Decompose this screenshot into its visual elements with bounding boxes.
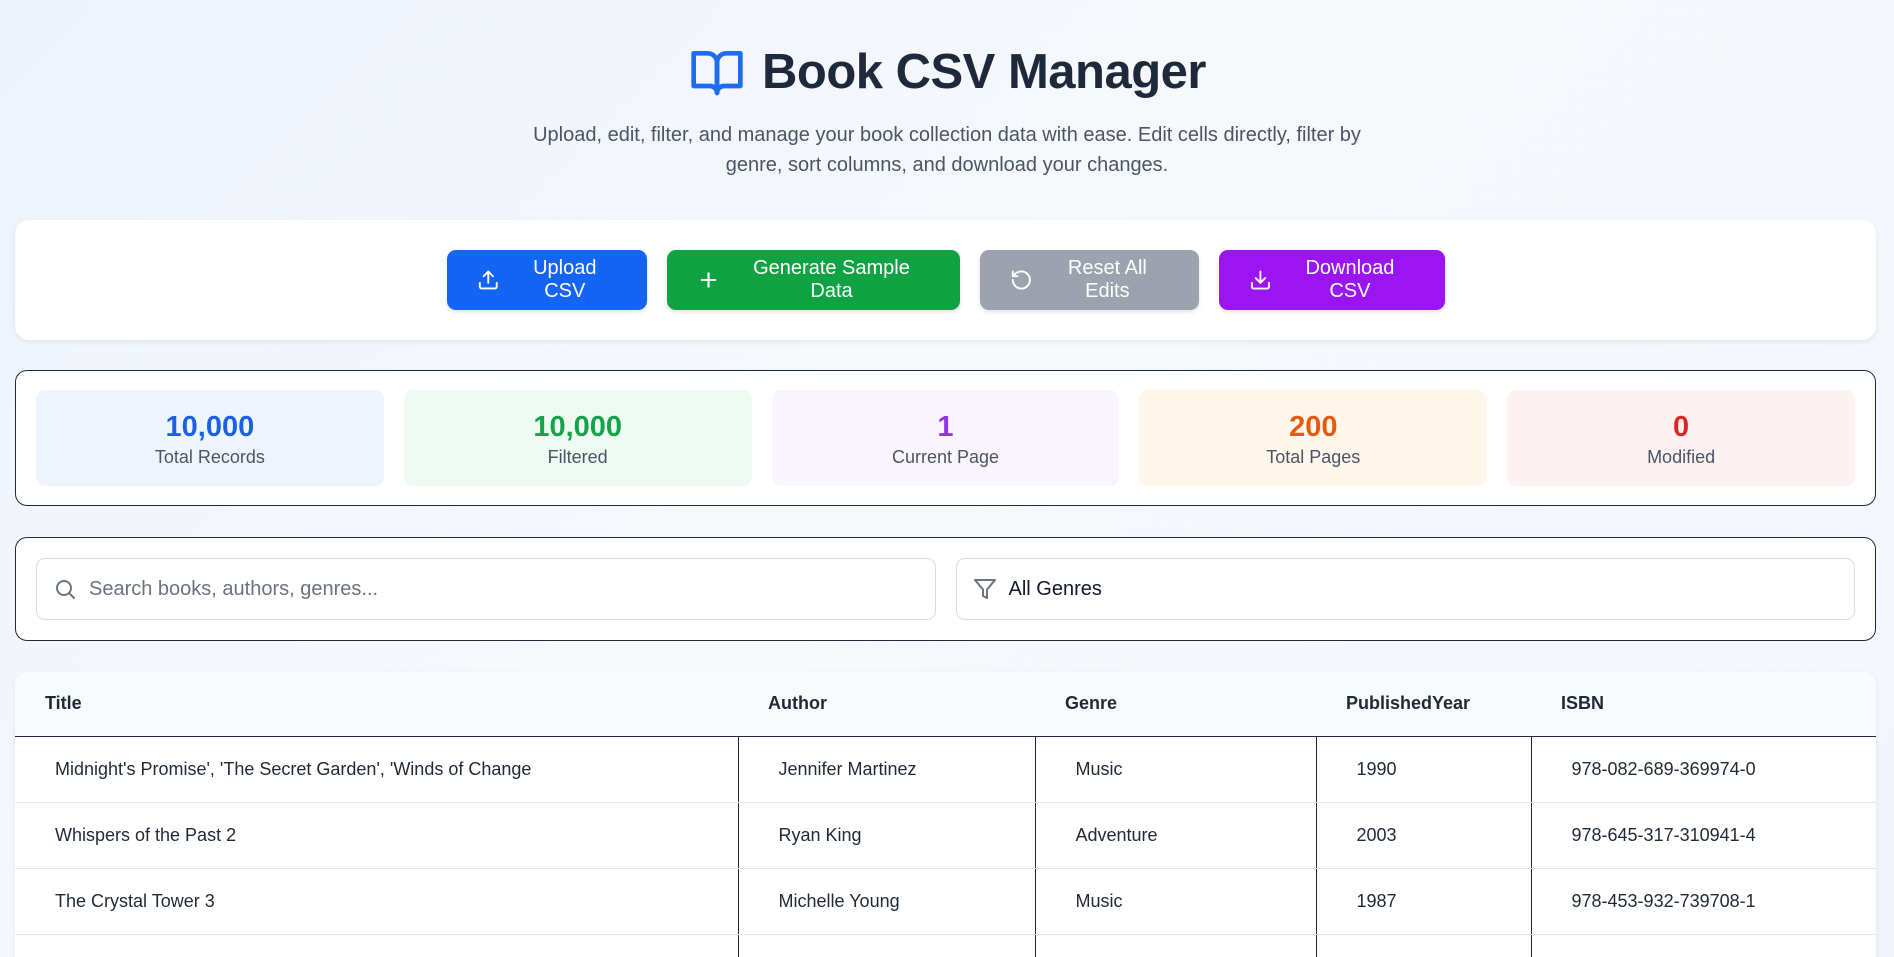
- cell-title[interactable]: Whispers of the Past 2: [15, 802, 738, 869]
- cell-published-year[interactable]: 1987: [1315, 868, 1531, 935]
- rotate-ccw-icon: [1011, 270, 1031, 290]
- cell-author[interactable]: Michelle Young: [737, 868, 1035, 935]
- search-field[interactable]: [36, 558, 936, 620]
- filter-icon: [973, 579, 996, 599]
- stat-total-records: 10,000 Total Records: [36, 390, 384, 486]
- column-header-author[interactable]: Author: [738, 672, 1035, 737]
- stat-label: Current Page: [891, 446, 1000, 467]
- cell-genre[interactable]: Adventure: [1034, 802, 1316, 869]
- table-row: Midnight's Promise', 'The Secret Garden'…: [15, 736, 1876, 803]
- filter-panel: All Genres: [15, 537, 1876, 641]
- page-subtitle: Upload, edit, filter, and manage your bo…: [533, 124, 1361, 176]
- stat-value: 0: [1673, 410, 1690, 443]
- stat-value: 1: [937, 410, 954, 443]
- stat-label: Modified: [1647, 446, 1716, 467]
- plus-icon: [700, 272, 716, 288]
- stat-label: Total Pages: [1266, 446, 1361, 467]
- reset-all-edits-button[interactable]: Reset All Edits: [979, 250, 1199, 310]
- page-title: Book CSV Manager: [762, 45, 1206, 99]
- stat-value: 10,000: [165, 410, 255, 443]
- upload-csv-label: Upload CSV: [533, 257, 597, 302]
- stat-label: Total Records: [154, 446, 265, 467]
- stat-value: 200: [1289, 410, 1338, 443]
- download-csv-button[interactable]: Download CSV: [1218, 250, 1445, 310]
- books-table-container: Title Author Genre PublishedYear ISBN Mi…: [15, 672, 1876, 957]
- cell-published-year[interactable]: 1990: [1315, 736, 1531, 803]
- column-header-genre[interactable]: Genre: [1035, 672, 1316, 737]
- stat-label: Filtered: [547, 446, 608, 467]
- column-header-isbn[interactable]: ISBN: [1531, 672, 1876, 737]
- cell-author[interactable]: Ryan King: [737, 802, 1035, 869]
- books-table: Title Author Genre PublishedYear ISBN Mi…: [15, 672, 1876, 957]
- cell-isbn[interactable]: 978-082-689-369974-0: [1530, 736, 1876, 803]
- book-open-icon: [691, 51, 743, 96]
- column-header-published-year[interactable]: PublishedYear: [1316, 672, 1531, 737]
- generate-sample-data-button[interactable]: Generate Sample Data: [666, 250, 960, 310]
- download-csv-label: Download CSV: [1305, 257, 1395, 302]
- table-header-row: Title Author Genre PublishedYear ISBN: [15, 672, 1876, 737]
- upload-csv-button[interactable]: Upload CSV: [446, 250, 647, 310]
- stat-current-page: 1 Current Page: [771, 390, 1120, 486]
- cell-isbn[interactable]: [1530, 934, 1876, 957]
- action-toolbar: Upload CSV Generate Sample Data Reset Al…: [15, 220, 1876, 340]
- search-icon: [56, 580, 75, 599]
- title-row: Book CSV Manager: [0, 40, 1894, 104]
- download-icon: [1250, 270, 1270, 290]
- cell-isbn[interactable]: 978-645-317-310941-4: [1530, 802, 1876, 869]
- stat-value: 10,000: [533, 410, 623, 443]
- cell-genre[interactable]: Music: [1034, 868, 1316, 935]
- genre-select[interactable]: All Genres: [955, 558, 1855, 620]
- generate-sample-data-label: Generate Sample Data: [753, 257, 910, 302]
- stat-modified: 0 Modified: [1507, 390, 1855, 486]
- column-header-title[interactable]: Title: [15, 672, 738, 737]
- genre-select-value: All Genres: [1008, 577, 1102, 600]
- reset-all-edits-label: Reset All Edits: [1067, 257, 1147, 302]
- cell-author[interactable]: [737, 934, 1035, 957]
- table-row: The Crystal Tower 3 Michelle Young Music…: [15, 868, 1876, 935]
- upload-icon: [478, 270, 498, 290]
- cell-title[interactable]: [15, 934, 738, 957]
- cell-published-year[interactable]: 2003: [1315, 802, 1531, 869]
- stat-total-pages: 200 Total Pages: [1139, 390, 1488, 486]
- cell-genre[interactable]: Music: [1034, 736, 1316, 803]
- cell-isbn[interactable]: 978-453-932-739708-1: [1530, 868, 1876, 935]
- stat-filtered: 10,000 Filtered: [403, 390, 752, 486]
- cell-published-year[interactable]: [1315, 934, 1531, 957]
- table-row: [15, 934, 1876, 957]
- cell-author[interactable]: Jennifer Martinez: [737, 736, 1035, 803]
- table-row: Whispers of the Past 2 Ryan King Adventu…: [15, 802, 1876, 869]
- stats-panel: 10,000 Total Records 10,000 Filtered 1 C…: [15, 370, 1876, 506]
- search-input[interactable]: [89, 577, 919, 601]
- cell-genre[interactable]: [1034, 934, 1316, 957]
- page-header: Book CSV Manager Upload, edit, filter, a…: [0, 40, 1894, 180]
- cell-title[interactable]: The Crystal Tower 3: [15, 868, 738, 935]
- cell-title[interactable]: Midnight's Promise', 'The Secret Garden'…: [15, 736, 738, 803]
